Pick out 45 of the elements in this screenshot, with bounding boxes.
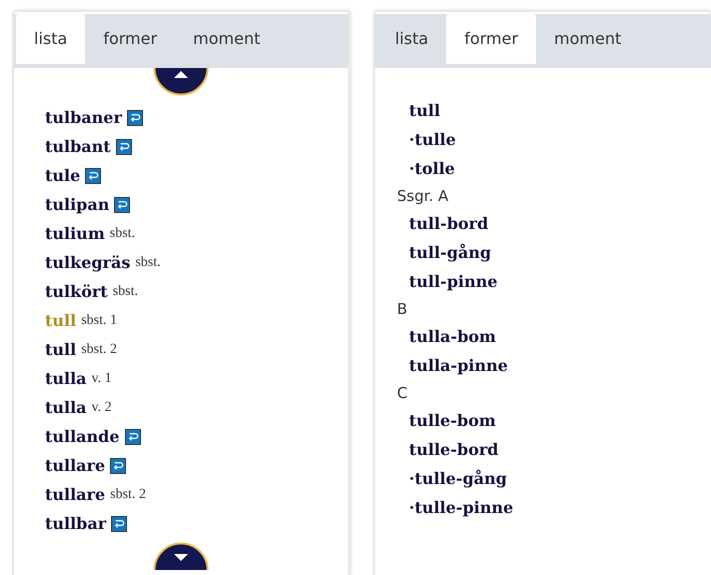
tab[interactable]: former bbox=[446, 14, 536, 64]
word-class: sbst. 1 bbox=[81, 312, 117, 330]
word-form: tulle-bord bbox=[408, 438, 498, 460]
scroll-down-button[interactable] bbox=[153, 542, 209, 570]
word-form: ·tulle bbox=[408, 128, 456, 150]
entry-word[interactable]: tule bbox=[45, 164, 80, 188]
word-form: tull bbox=[408, 100, 440, 122]
word-form: tull-pinne bbox=[408, 270, 498, 292]
word-form: tulla-bom bbox=[408, 326, 496, 348]
entry-word[interactable]: tullande bbox=[45, 424, 120, 448]
tab[interactable]: lista bbox=[16, 14, 86, 64]
word-class: sbst. 2 bbox=[110, 486, 146, 504]
word-form: tull-bord bbox=[408, 212, 488, 234]
word-form: ·tolle bbox=[408, 158, 455, 180]
entry-word[interactable]: tulbant bbox=[45, 134, 111, 158]
entry-word[interactable]: tulla bbox=[45, 366, 87, 390]
entry-word[interactable]: tulbaner bbox=[45, 106, 122, 130]
tab[interactable]: lista bbox=[377, 14, 446, 64]
entry-word[interactable]: tullare bbox=[45, 454, 106, 478]
section-label: C bbox=[397, 382, 408, 404]
entry-word[interactable]: tulipan bbox=[45, 192, 110, 216]
word-form: ·tulle-pinne bbox=[408, 496, 514, 518]
entry-word[interactable]: tulla bbox=[45, 396, 87, 420]
word-form: ·tulle-gång bbox=[408, 468, 507, 490]
entry-word[interactable]: tullare bbox=[45, 482, 106, 506]
word-class: sbst. bbox=[135, 254, 161, 272]
word-class: sbst. bbox=[112, 283, 138, 301]
word-form: tulle-bom bbox=[408, 410, 496, 432]
entry-word[interactable]: tulkört bbox=[45, 280, 108, 304]
entry-word[interactable]: tulium bbox=[45, 222, 105, 246]
scroll-up-button[interactable] bbox=[153, 68, 209, 96]
tab[interactable]: moment bbox=[536, 14, 640, 64]
entry-word[interactable]: tullbar bbox=[45, 512, 106, 536]
word-class: sbst. bbox=[110, 225, 136, 243]
section-label: Ssgr. A bbox=[397, 186, 448, 207]
section-label: B bbox=[397, 298, 408, 320]
word-form: tull-gång bbox=[408, 242, 492, 264]
entry-word[interactable]: tull bbox=[45, 338, 76, 362]
word-form: tulla-pinne bbox=[408, 354, 508, 376]
tab[interactable]: former bbox=[85, 14, 176, 64]
entry-word[interactable]: tulkegräs bbox=[45, 250, 130, 274]
word-class: sbst. 2 bbox=[81, 341, 117, 359]
word-class: v. 2 bbox=[92, 399, 112, 417]
tab[interactable]: moment bbox=[175, 14, 278, 64]
word-class: v. 1 bbox=[92, 370, 112, 388]
